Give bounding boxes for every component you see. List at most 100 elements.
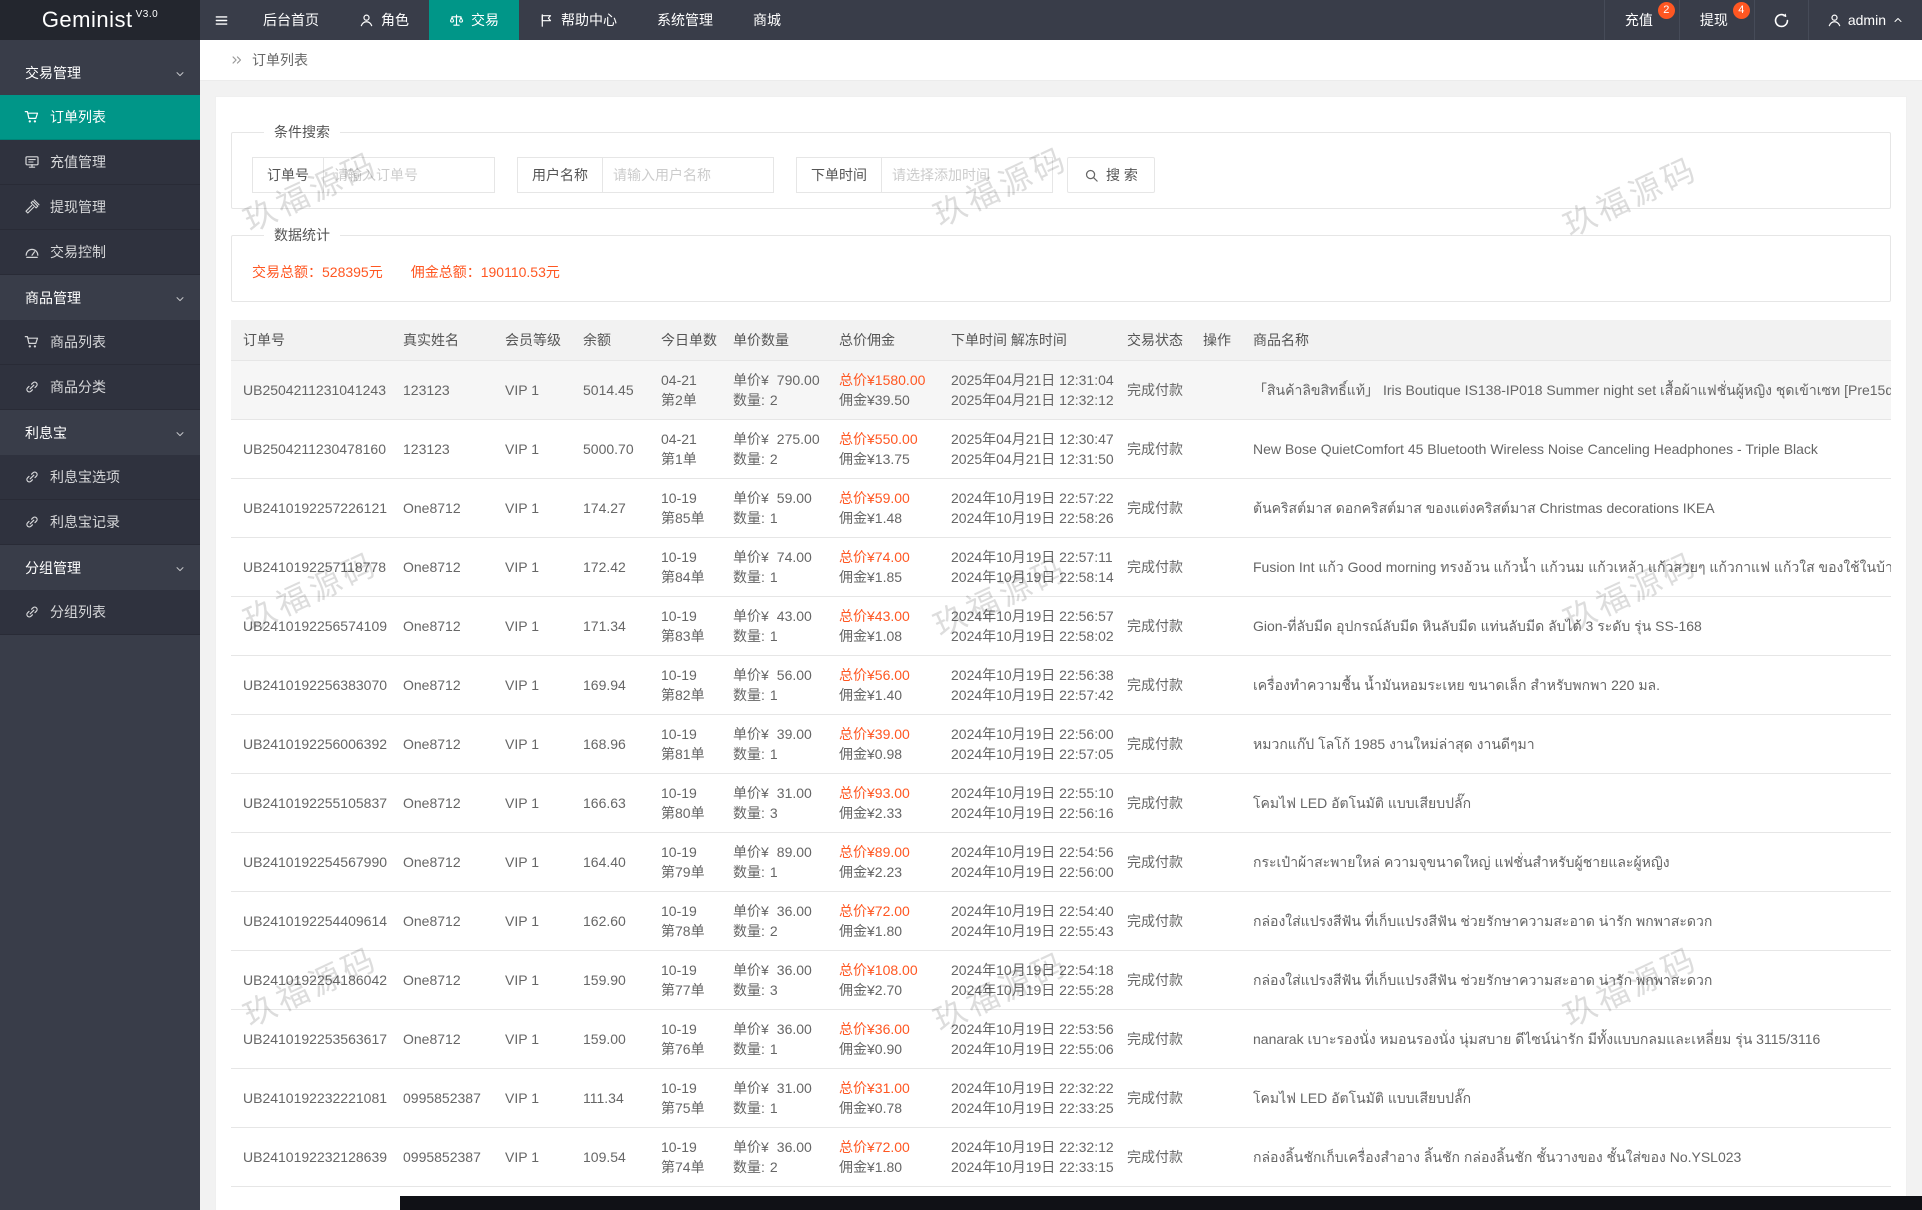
col-status: 交易状态 bbox=[1115, 320, 1191, 361]
menu-toggle-button[interactable] bbox=[200, 0, 243, 40]
sidebar-item-recharge-mgmt[interactable]: 充值管理 bbox=[0, 140, 200, 185]
username-input[interactable] bbox=[602, 157, 774, 193]
refresh-button[interactable] bbox=[1753, 0, 1808, 40]
sidebar-item-product-category[interactable]: 商品分类 bbox=[0, 365, 200, 410]
horizontal-scrollbar[interactable] bbox=[400, 1196, 1922, 1210]
vip-level-cell: VIP 1 bbox=[493, 478, 571, 538]
total-commission-cell: 总价¥59.00 佣金¥1.48 bbox=[827, 478, 939, 538]
time-cell: 2024年10月19日 22:54:56 2024年10月19日 22:56:00 bbox=[939, 832, 1115, 892]
order-time-label: 下单时间 bbox=[796, 157, 881, 193]
today-orders-cell: 10-19 第74单 bbox=[649, 1127, 721, 1187]
action-cell bbox=[1191, 1009, 1241, 1069]
order-row: UB2410192254567990 One8712 VIP 1 164.40 … bbox=[231, 832, 1891, 892]
order-row: UB2410192232128639 0995852387 VIP 1 109.… bbox=[231, 1127, 1891, 1187]
recharge-button[interactable]: 充值 2 bbox=[1603, 0, 1679, 40]
order-id-cell: UB2410192256574109 bbox=[231, 596, 391, 656]
vip-level-cell: VIP 1 bbox=[493, 773, 571, 833]
order-row: UB2410192256574109 One8712 VIP 1 171.34 … bbox=[231, 596, 1891, 656]
sidebar-item-order-list[interactable]: 订单列表 bbox=[0, 95, 200, 140]
hamburger-icon bbox=[214, 13, 229, 28]
chevron-down-icon bbox=[174, 560, 186, 576]
brand-logo: Geminist V3.0 bbox=[0, 0, 200, 40]
status-cell: 完成付款 bbox=[1115, 950, 1191, 1010]
withdraw-button[interactable]: 提现 4 bbox=[1678, 0, 1754, 40]
search-legend: 条件搜索 bbox=[274, 124, 330, 140]
sidebar-item-interest-options[interactable]: 利息宝选项 bbox=[0, 455, 200, 500]
action-cell bbox=[1191, 537, 1241, 597]
time-cell: 2025年04月21日 12:30:47 2025年04月21日 12:31:50 bbox=[939, 419, 1115, 479]
today-orders-cell: 10-19 第75单 bbox=[649, 1068, 721, 1128]
total-commission-cell: 总价¥31.00 佣金¥0.78 bbox=[827, 1068, 939, 1128]
user-menu[interactable]: admin bbox=[1807, 0, 1922, 40]
nav-item-help-center[interactable]: 帮助中心 bbox=[519, 0, 637, 40]
sidebar-group-interest-header[interactable]: 利息宝 bbox=[0, 410, 200, 455]
today-orders-cell: 10-19 第79单 bbox=[649, 832, 721, 892]
withdraw-badge: 4 bbox=[1732, 2, 1750, 19]
vip-level-cell: VIP 1 bbox=[493, 891, 571, 951]
real-name-cell: One8712 bbox=[391, 596, 493, 656]
product-cell: ต้นคริสต์มาส ดอกคริสต์มาส ของแต่งคริสต์ม… bbox=[1241, 478, 1891, 538]
col-vip-level: 会员等级 bbox=[493, 320, 571, 361]
product-cell: กล่องลิ้นชักเก็บเครื่องสำอาง ลิ้นชัก กล่… bbox=[1241, 1127, 1891, 1187]
sidebar-item-label: 订单列表 bbox=[50, 109, 106, 125]
vip-level-cell: VIP 1 bbox=[493, 950, 571, 1010]
order-time-group: 下单时间 bbox=[796, 157, 1053, 193]
status-cell: 完成付款 bbox=[1115, 655, 1191, 715]
order-id-cell: UB2410192232221081 bbox=[231, 1068, 391, 1128]
total-commission-cell: 总价¥43.00 佣金¥1.08 bbox=[827, 596, 939, 656]
real-name-cell: One8712 bbox=[391, 1009, 493, 1069]
sidebar-group-trade-header[interactable]: 交易管理 bbox=[0, 50, 200, 95]
nav-item-system[interactable]: 系统管理 bbox=[637, 0, 733, 40]
product-cell: Gion-ที่ลับมีด อุปกรณ์ลับมีด หินลับมีด แ… bbox=[1241, 596, 1891, 656]
order-time-input[interactable] bbox=[881, 157, 1053, 193]
unit-price-cell: 单价¥ 790.00 数量: 2 bbox=[721, 360, 827, 420]
sidebar-item-product-list[interactable]: 商品列表 bbox=[0, 320, 200, 365]
unit-price-cell: 单价¥ 31.00 数量: 1 bbox=[721, 1068, 827, 1128]
today-orders-cell: 10-19 第81单 bbox=[649, 714, 721, 774]
nav-item-roles[interactable]: 角色 bbox=[339, 0, 429, 40]
col-times: 下单时间 解冻时间 bbox=[939, 320, 1115, 361]
nav-item-dashboard[interactable]: 后台首页 bbox=[243, 0, 339, 40]
col-product-name: 商品名称 bbox=[1241, 320, 1891, 361]
order-id-cell: UB2410192257118778 bbox=[231, 537, 391, 597]
action-cell bbox=[1191, 773, 1241, 833]
nav-item-mall[interactable]: 商城 bbox=[733, 0, 801, 40]
balance-cell: 164.40 bbox=[571, 832, 649, 892]
recharge-label: 充值 bbox=[1624, 12, 1653, 28]
order-row: UB2504211230478160 123123 VIP 1 5000.70 … bbox=[231, 419, 1891, 479]
status-cell: 完成付款 bbox=[1115, 419, 1191, 479]
sidebar-group-groups-header[interactable]: 分组管理 bbox=[0, 545, 200, 590]
today-orders-cell: 04-21 第1单 bbox=[649, 419, 721, 479]
order-row: UB2410192254186042 One8712 VIP 1 159.90 … bbox=[231, 950, 1891, 1010]
sidebar-item-group-list[interactable]: 分组列表 bbox=[0, 590, 200, 635]
order-no-group: 订单号 bbox=[252, 157, 495, 193]
order-id-cell: UB2410192257226121 bbox=[231, 478, 391, 538]
real-name-cell: 0995852387 bbox=[391, 1127, 493, 1187]
sidebar-item-withdraw-mgmt[interactable]: 提现管理 bbox=[0, 185, 200, 230]
time-cell: 2024年10月19日 22:32:12 2024年10月19日 22:33:15 bbox=[939, 1127, 1115, 1187]
sidebar-group-products-header[interactable]: 商品管理 bbox=[0, 275, 200, 320]
search-button[interactable]: 搜 索 bbox=[1067, 157, 1155, 193]
status-cell: 完成付款 bbox=[1115, 1068, 1191, 1128]
sidebar-item-interest-records[interactable]: 利息宝记录 bbox=[0, 500, 200, 545]
order-no-input[interactable] bbox=[323, 157, 495, 193]
vip-level-cell: VIP 1 bbox=[493, 714, 571, 774]
order-row: UB2410192232221081 0995852387 VIP 1 111.… bbox=[231, 1068, 1891, 1128]
real-name-cell: 0995852387 bbox=[391, 1068, 493, 1128]
status-cell: 完成付款 bbox=[1115, 714, 1191, 774]
main-nav: 后台首页 角色 交易 帮助中心 系统管理 商城 bbox=[200, 0, 801, 40]
nav-item-trade[interactable]: 交易 bbox=[429, 0, 519, 40]
total-commission-cell: 总价¥550.00 佣金¥13.75 bbox=[827, 419, 939, 479]
action-cell bbox=[1191, 419, 1241, 479]
total-commission-cell: 总价¥74.00 佣金¥1.85 bbox=[827, 537, 939, 597]
sidebar-item-trade-control[interactable]: 交易控制 bbox=[0, 230, 200, 275]
order-id-cell: UB2410192256006392 bbox=[231, 714, 391, 774]
unit-price-cell: 单价¥ 89.00 数量: 1 bbox=[721, 832, 827, 892]
order-id-cell: UB2504211231041243 bbox=[231, 360, 391, 420]
action-cell bbox=[1191, 1068, 1241, 1128]
link-icon bbox=[24, 604, 40, 620]
vip-level-cell: VIP 1 bbox=[493, 1127, 571, 1187]
vip-level-cell: VIP 1 bbox=[493, 1068, 571, 1128]
col-real-name: 真实姓名 bbox=[391, 320, 493, 361]
vip-level-cell: VIP 1 bbox=[493, 360, 571, 420]
